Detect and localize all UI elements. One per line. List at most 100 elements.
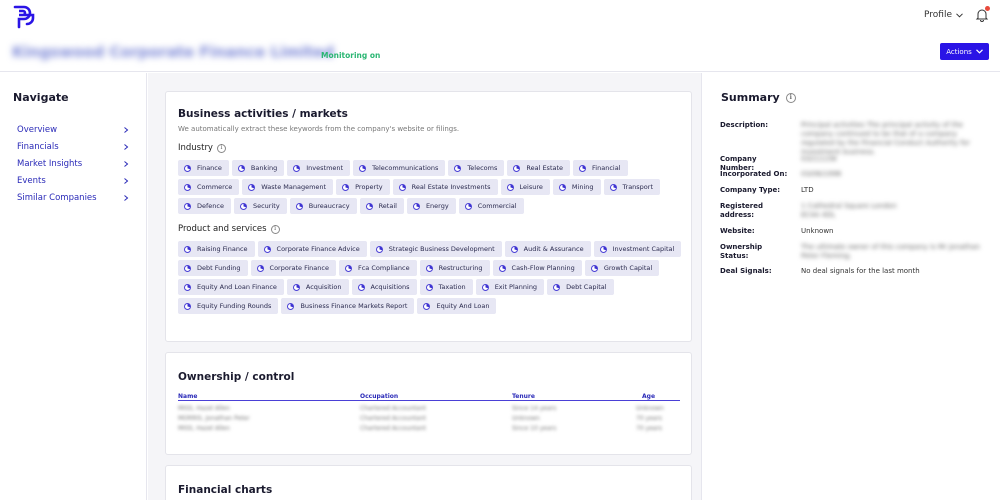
summary-value-ownership-status: The ultimate owner of this company is Mr… xyxy=(801,243,980,260)
tag-telecoms[interactable]: Telecoms xyxy=(448,160,505,176)
tag-corporate-finance[interactable]: Corporate Finance xyxy=(250,260,336,276)
tag-label: Corporate Finance Advice xyxy=(276,245,360,253)
summary-label-deal-signals: Deal Signals: xyxy=(720,267,772,275)
tag-label: Fca Compliance xyxy=(357,264,410,272)
tag-exit-planning[interactable]: Exit Planning xyxy=(475,279,545,295)
products-label: Product and services xyxy=(178,224,267,234)
tag-corporate-finance-advice[interactable]: Corporate Finance Advice xyxy=(257,241,367,257)
tag-retail[interactable]: Retail xyxy=(359,198,404,214)
ownership-title: Ownership / control xyxy=(178,371,295,383)
tag-financial[interactable]: Financial xyxy=(573,160,628,176)
keyword-icon xyxy=(287,302,295,310)
tag-investment-capital[interactable]: Investment Capital xyxy=(593,241,682,257)
tag-bureaucracy[interactable]: Bureaucracy xyxy=(289,198,357,214)
tag-equity-and-loan-finance[interactable]: Equity And Loan Finance xyxy=(178,279,284,295)
tag-real-estate-investments[interactable]: Real Estate Investments xyxy=(392,179,498,195)
industry-label: Industry xyxy=(178,143,213,153)
tag-label: Transport xyxy=(622,183,654,191)
tag-fca-compliance[interactable]: Fca Compliance xyxy=(338,260,417,276)
tag-audit-assurance[interactable]: Audit & Assurance xyxy=(504,241,591,257)
info-icon[interactable]: i xyxy=(270,224,280,234)
nav-item-similar-companies[interactable]: Similar Companies xyxy=(17,189,129,206)
actions-button[interactable]: Actions xyxy=(940,43,989,60)
keyword-icon xyxy=(295,202,303,210)
keyword-icon xyxy=(184,302,191,310)
tag-equity-funding-rounds[interactable]: Equity Funding Rounds xyxy=(178,298,279,314)
nav-item-overview[interactable]: Overview xyxy=(17,121,129,138)
tag-raising-finance[interactable]: Raising Finance xyxy=(178,241,255,257)
owner-occupation: Chartered Accountant xyxy=(360,405,426,412)
tag-debt-funding[interactable]: Debt Funding xyxy=(178,260,248,276)
tag-mining[interactable]: Mining xyxy=(552,179,601,195)
tag-real-estate[interactable]: Real Estate xyxy=(507,160,571,176)
summary-value-company-number: 03211158 xyxy=(801,155,837,163)
tag-security[interactable]: Security xyxy=(233,198,287,214)
tag-telecommunications[interactable]: Telecommunications xyxy=(353,160,446,176)
logo-icon[interactable] xyxy=(12,5,36,29)
tag-banking[interactable]: Banking xyxy=(231,160,285,176)
tag-equity-and-loan[interactable]: Equity And Loan xyxy=(417,298,497,314)
summary-label-registered-address: Registered address: xyxy=(720,202,764,219)
business-activities-card: Business activities / markets We automat… xyxy=(165,91,692,342)
tag-energy[interactable]: Energy xyxy=(406,198,456,214)
keyword-icon xyxy=(342,183,350,191)
tag-label: Equity Funding Rounds xyxy=(197,302,272,310)
tag-label: Exit Planning xyxy=(494,283,538,291)
tag-commerce[interactable]: Commerce xyxy=(178,179,240,195)
tag-label: Business Finance Markets Report xyxy=(300,302,408,310)
table-row[interactable]: MISS, Hazel Allen Chartered Accountant S… xyxy=(178,425,668,434)
tag-label: Equity And Loan Finance xyxy=(197,283,277,291)
company-name: Kingswood Corporate Finance Limited xyxy=(12,43,335,61)
profile-menu[interactable]: Profile xyxy=(924,10,963,20)
keyword-icon xyxy=(357,283,365,291)
tag-label: Strategic Business Development xyxy=(388,245,495,253)
nav-item-events[interactable]: Events xyxy=(17,172,129,189)
tag-acquisition[interactable]: Acquisition xyxy=(286,279,349,295)
tag-label: Telecoms xyxy=(467,164,498,172)
tag-finance[interactable]: Finance xyxy=(178,160,229,176)
tag-defence[interactable]: Defence xyxy=(178,198,231,214)
summary-label-company-type: Company Type: xyxy=(720,186,781,194)
keyword-icon xyxy=(263,245,271,253)
tag-label: Cash-Flow Planning xyxy=(511,264,575,272)
chevron-down-icon xyxy=(975,49,983,54)
tag-commercial[interactable]: Commercial xyxy=(458,198,524,214)
tag-taxation[interactable]: Taxation xyxy=(419,279,473,295)
product-tags: Raising Finance Corporate Finance Advice S… xyxy=(178,241,683,314)
tag-leisure[interactable]: Leisure xyxy=(500,179,550,195)
chevron-right-icon xyxy=(124,160,129,167)
tag-restructuring[interactable]: Restructuring xyxy=(419,260,490,276)
chevron-right-icon xyxy=(124,126,129,133)
info-icon[interactable]: i xyxy=(785,92,796,103)
tag-transport[interactable]: Transport xyxy=(603,179,661,195)
tag-debt-capital[interactable]: Debt Capital xyxy=(547,279,614,295)
table-row[interactable]: MISS, Hazel Allen Chartered Accountant S… xyxy=(178,405,668,414)
keyword-icon xyxy=(375,245,383,253)
industry-label-row: Industry i xyxy=(178,143,226,153)
tag-waste-management[interactable]: Waste Management xyxy=(242,179,334,195)
tag-investment[interactable]: Investment xyxy=(287,160,351,176)
info-icon[interactable]: i xyxy=(216,143,226,153)
nav-item-label: Similar Companies xyxy=(17,192,97,203)
nav-item-financials[interactable]: Financials xyxy=(17,138,129,155)
main-content[interactable]: Business activities / markets We automat… xyxy=(148,73,702,500)
tag-acquisitions[interactable]: Acquisitions xyxy=(351,279,417,295)
tag-label: Real Estate Investments xyxy=(411,183,491,191)
keyword-icon xyxy=(239,202,247,210)
tag-label: Retail xyxy=(378,202,397,210)
tag-cash-flow-planning[interactable]: Cash-Flow Planning xyxy=(492,260,582,276)
table-row[interactable]: MORRIS, Jonathan Peter Chartered Account… xyxy=(178,415,668,424)
tag-growth-capital[interactable]: Growth Capital xyxy=(584,260,660,276)
keyword-icon xyxy=(184,202,191,210)
tag-label: Acquisition xyxy=(305,283,342,291)
tag-strategic-business-development[interactable]: Strategic Business Development xyxy=(369,241,502,257)
keyword-icon xyxy=(454,164,462,172)
tag-label: Energy xyxy=(425,202,449,210)
tag-label: Debt Capital xyxy=(566,283,607,291)
nav-item-market-insights[interactable]: Market Insights xyxy=(17,155,129,172)
tag-business-finance-markets-report[interactable]: Business Finance Markets Report xyxy=(281,298,415,314)
tag-property[interactable]: Property xyxy=(336,179,390,195)
owner-tenure: Unknown xyxy=(512,415,540,422)
summary-panel: Summary i Description: Principal activit… xyxy=(703,73,1000,500)
summary-label-ownership-status: Ownership Status: xyxy=(720,243,763,260)
